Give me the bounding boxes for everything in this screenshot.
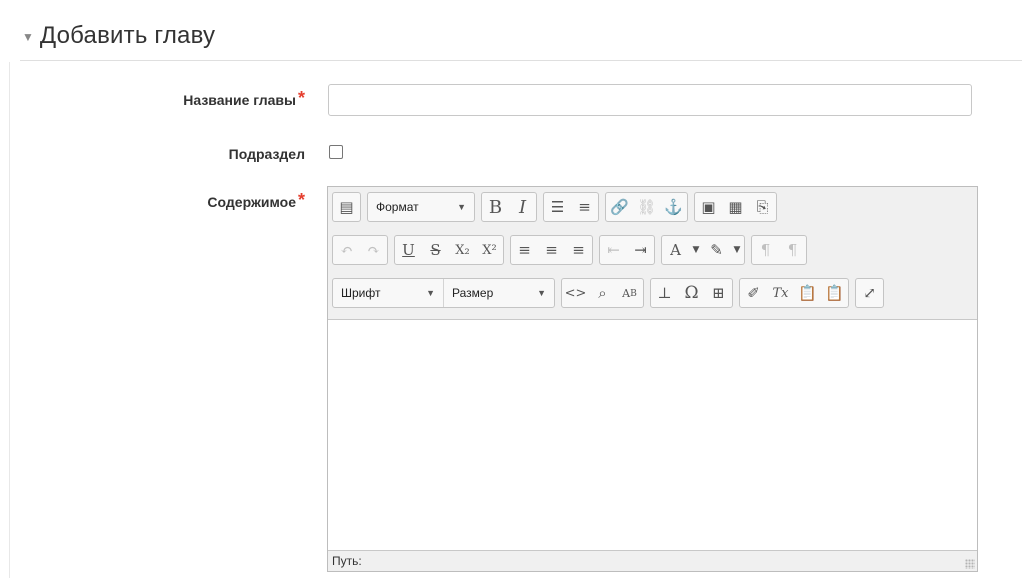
collapse-caret-icon[interactable]: ▼ [22,30,34,44]
manage-files-icon[interactable]: ⎘ [749,193,776,221]
required-icon: * [297,88,305,108]
content-label: Содержимое * [207,190,305,210]
align-left-icon[interactable]: ≡ [511,236,538,264]
strikethrough-button[interactable]: S [422,236,449,264]
size-select[interactable]: Размер ▼ [444,279,554,307]
editor-content-area[interactable] [328,320,977,552]
resize-handle-icon[interactable] [965,559,975,569]
image-icon[interactable]: ▣ [695,193,722,221]
special-char-button[interactable]: Ω [678,279,705,307]
text-color-icon[interactable]: A [662,236,689,264]
align-center-icon[interactable]: ≡ [538,236,565,264]
dropdown-arrow-icon[interactable]: ▼ [689,236,703,264]
rtl-icon[interactable]: ¶ [779,236,806,264]
replace-icon[interactable]: AB [616,279,643,307]
clear-format-button[interactable]: Tx [767,279,794,307]
required-icon: * [297,190,305,210]
paste-word-icon[interactable]: 📋 [821,279,848,307]
section-title: Добавить главу [39,22,216,49]
ltr-icon[interactable]: ¶ [752,236,779,264]
dropdown-arrow-icon: ▼ [457,202,466,212]
editor-path-bar: Путь: [328,550,977,571]
bold-button[interactable]: B [482,193,509,221]
toolbar-toggle-icon[interactable]: ▤ [333,193,360,221]
media-icon[interactable]: ▦ [722,193,749,221]
subchapter-checkbox[interactable] [329,145,343,159]
align-right-icon[interactable]: ≡ [565,236,592,264]
section-header[interactable]: ▼ Добавить главу [22,22,215,50]
subscript-button[interactable]: X₂ [449,236,476,264]
chapter-title-input[interactable] [328,84,972,116]
fieldset-border [9,62,10,578]
insert-line-icon[interactable]: ⊥ [651,279,678,307]
underline-button[interactable]: U [395,236,422,264]
chapter-title-label: Название главы * [183,88,305,108]
outdent-icon[interactable]: ⇤ [600,236,627,264]
dropdown-arrow-icon: ▼ [426,288,435,298]
unlink-icon[interactable]: ⛓ [633,193,660,221]
code-button[interactable]: <> [562,279,589,307]
numbered-list-icon[interactable]: ≡ [571,193,598,221]
superscript-button[interactable]: X² [476,236,503,264]
editor-toolbar: ▤ Формат ▼ B I ☰ ≡ 🔗 ⛓ ⚓ ▣ ▦ ⎘ ↶ ↷ U S X… [328,187,977,320]
undo-icon[interactable]: ↶ [333,236,360,264]
italic-button[interactable]: I [509,193,536,221]
table-icon[interactable]: ⊞ [705,279,732,307]
redo-icon[interactable]: ↷ [360,236,387,264]
fullscreen-icon[interactable]: ⤢ [856,279,883,307]
rich-text-editor: ▤ Формат ▼ B I ☰ ≡ 🔗 ⛓ ⚓ ▣ ▦ ⎘ ↶ ↷ U S X… [327,186,978,572]
subchapter-label: Подраздел [228,146,305,162]
clean-icon[interactable]: ✐ [740,279,767,307]
link-icon[interactable]: 🔗 [606,193,633,221]
background-color-icon[interactable]: ✎ [703,236,730,264]
anchor-icon[interactable]: ⚓ [660,193,687,221]
bullet-list-icon[interactable]: ☰ [544,193,571,221]
dropdown-arrow-icon[interactable]: ▼ [730,236,744,264]
indent-icon[interactable]: ⇥ [627,236,654,264]
header-divider [20,60,1022,61]
dropdown-arrow-icon: ▼ [537,288,546,298]
search-icon[interactable]: ⌕ [589,279,616,307]
format-select[interactable]: Формат ▼ [368,193,474,221]
paste-text-icon[interactable]: 📋 [794,279,821,307]
font-select[interactable]: Шрифт ▼ [333,279,443,307]
